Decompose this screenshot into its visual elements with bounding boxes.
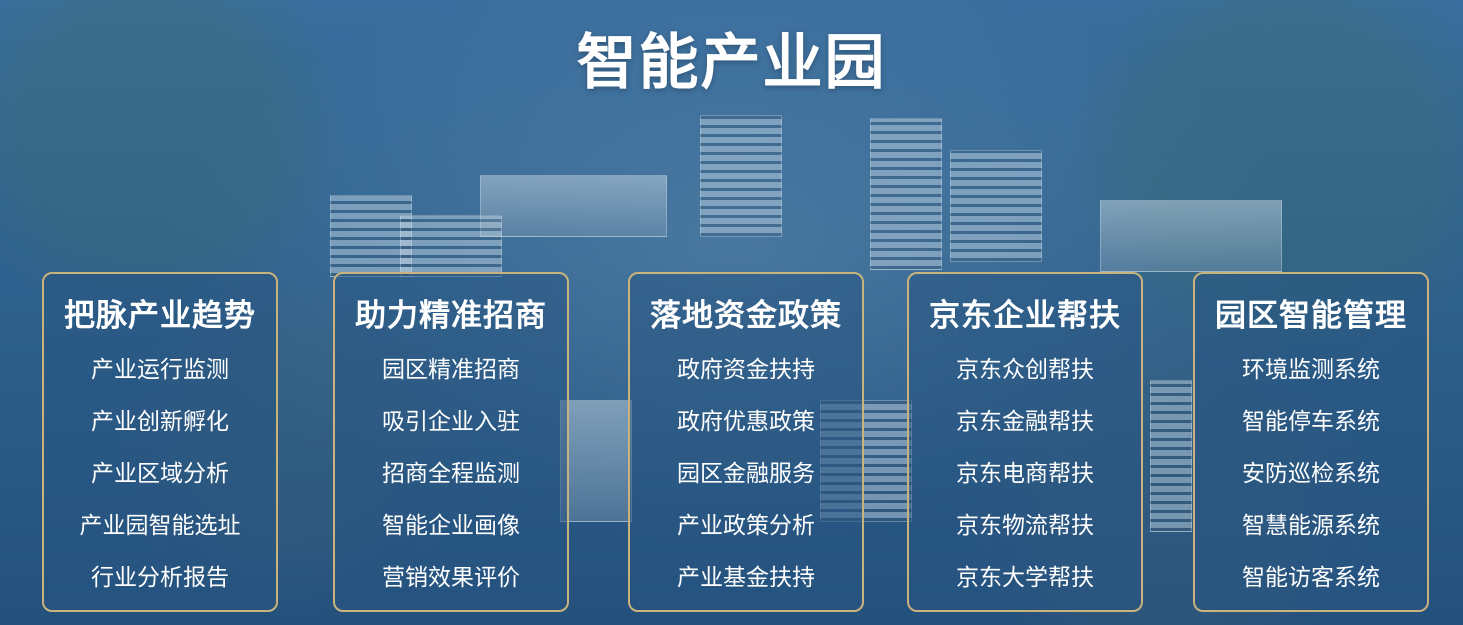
card-list: 京东众创帮扶 京东金融帮扶 京东电商帮扶 京东物流帮扶 京东大学帮扶 (909, 353, 1141, 613)
building (1100, 200, 1282, 272)
list-item[interactable]: 京东物流帮扶 (909, 509, 1141, 561)
list-item[interactable]: 智慧能源系统 (1195, 509, 1427, 561)
page-title: 智能产业园 (576, 28, 887, 98)
list-item[interactable]: 产业区域分析 (44, 457, 276, 509)
list-item[interactable]: 产业运行监测 (44, 353, 276, 405)
building (870, 118, 942, 270)
list-item[interactable]: 智能停车系统 (1195, 405, 1427, 457)
list-item[interactable]: 政府优惠政策 (630, 405, 862, 457)
list-item[interactable]: 产业园智能选址 (44, 509, 276, 561)
card-title: 落地资金政策 (650, 298, 842, 334)
building (1150, 380, 1192, 532)
card-title: 园区智能管理 (1215, 298, 1407, 334)
list-item[interactable]: 产业基金扶持 (630, 561, 862, 613)
card-list: 产业运行监测 产业创新孵化 产业区域分析 产业园智能选址 行业分析报告 (44, 353, 276, 613)
building (480, 175, 667, 237)
card-industry-trends: 把脉产业趋势 产业运行监测 产业创新孵化 产业区域分析 产业园智能选址 行业分析… (42, 272, 278, 612)
card-jd-enterprise-support: 京东企业帮扶 京东众创帮扶 京东金融帮扶 京东电商帮扶 京东物流帮扶 京东大学帮… (907, 272, 1143, 612)
list-item[interactable]: 营销效果评价 (335, 561, 567, 613)
card-investment-attraction: 助力精准招商 园区精准招商 吸引企业入驻 招商全程监测 智能企业画像 营销效果评… (333, 272, 569, 612)
card-list: 环境监测系统 智能停车系统 安防巡检系统 智慧能源系统 智能访客系统 (1195, 353, 1427, 613)
building (950, 150, 1042, 262)
list-item[interactable]: 京东众创帮扶 (909, 353, 1141, 405)
list-item[interactable]: 环境监测系统 (1195, 353, 1427, 405)
list-item[interactable]: 行业分析报告 (44, 561, 276, 613)
building (400, 215, 502, 277)
list-item[interactable]: 京东大学帮扶 (909, 561, 1141, 613)
list-item[interactable]: 政府资金扶持 (630, 353, 862, 405)
card-list: 政府资金扶持 政府优惠政策 园区金融服务 产业政策分析 产业基金扶持 (630, 353, 862, 613)
card-title: 京东企业帮扶 (929, 298, 1121, 334)
card-list: 园区精准招商 吸引企业入驻 招商全程监测 智能企业画像 营销效果评价 (335, 353, 567, 613)
building (700, 115, 782, 237)
list-item[interactable]: 产业政策分析 (630, 509, 862, 561)
card-park-smart-management: 园区智能管理 环境监测系统 智能停车系统 安防巡检系统 智慧能源系统 智能访客系… (1193, 272, 1429, 612)
list-item[interactable]: 产业创新孵化 (44, 405, 276, 457)
list-item[interactable]: 智能访客系统 (1195, 561, 1427, 613)
list-item[interactable]: 京东金融帮扶 (909, 405, 1141, 457)
card-funding-policy: 落地资金政策 政府资金扶持 政府优惠政策 园区金融服务 产业政策分析 产业基金扶… (628, 272, 864, 612)
card-title: 把脉产业趋势 (64, 298, 256, 334)
list-item[interactable]: 招商全程监测 (335, 457, 567, 509)
list-item[interactable]: 园区金融服务 (630, 457, 862, 509)
building (560, 400, 632, 522)
list-item[interactable]: 京东电商帮扶 (909, 457, 1141, 509)
card-title: 助力精准招商 (355, 298, 547, 334)
list-item[interactable]: 园区精准招商 (335, 353, 567, 405)
list-item[interactable]: 安防巡检系统 (1195, 457, 1427, 509)
list-item[interactable]: 智能企业画像 (335, 509, 567, 561)
list-item[interactable]: 吸引企业入驻 (335, 405, 567, 457)
